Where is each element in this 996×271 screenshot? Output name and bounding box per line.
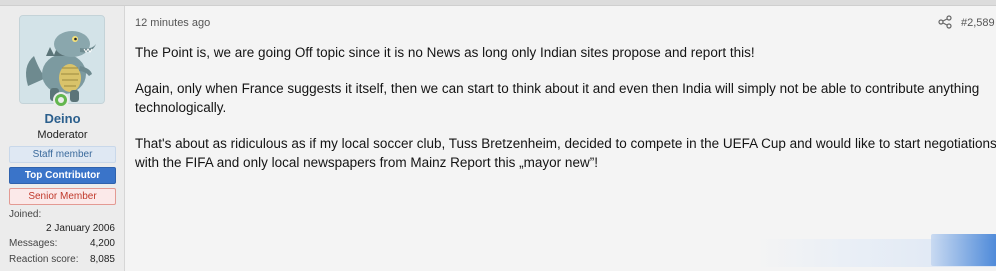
post-main-cell: 12 minutes ago #2,589 The Point is, we a… — [125, 6, 996, 271]
reaction-score-label: Reaction score: — [9, 254, 79, 265]
online-status-icon — [53, 92, 69, 108]
post-user-cell: Deino Moderator Staff member Top Contrib… — [0, 6, 125, 271]
post-action-button[interactable] — [931, 234, 996, 266]
message-paragraph: Again, only when France suggests it itse… — [135, 81, 980, 115]
forum-post: Deino Moderator Staff member Top Contrib… — [0, 6, 996, 271]
share-icon[interactable] — [938, 15, 952, 29]
top-contributor-banner: Top Contributor — [9, 167, 116, 184]
post-number-link[interactable]: #2,589 — [961, 17, 995, 29]
reaction-score-value: 8,085 — [89, 254, 115, 265]
senior-member-banner: Senior Member — [9, 188, 116, 205]
messages-label: Messages: — [9, 238, 58, 249]
post-timestamp-link[interactable]: 12 minutes ago — [135, 17, 210, 29]
dinosaur-avatar-icon — [20, 16, 104, 103]
joined-label: Joined: — [9, 209, 42, 220]
avatar[interactable] — [19, 15, 105, 104]
username-link[interactable]: Deino — [0, 111, 125, 126]
message-paragraph: That's about as ridiculous as if my loca… — [135, 136, 996, 170]
joined-value: 2 January 2006 — [46, 223, 115, 234]
message-paragraph: The Point is, we are going Off topic sin… — [135, 45, 755, 60]
post-message-body: The Point is, we are going Off topic sin… — [135, 43, 996, 189]
user-title: Moderator — [37, 129, 88, 141]
staff-member-banner: Staff member — [9, 146, 116, 163]
messages-value: 4,200 — [89, 238, 115, 249]
